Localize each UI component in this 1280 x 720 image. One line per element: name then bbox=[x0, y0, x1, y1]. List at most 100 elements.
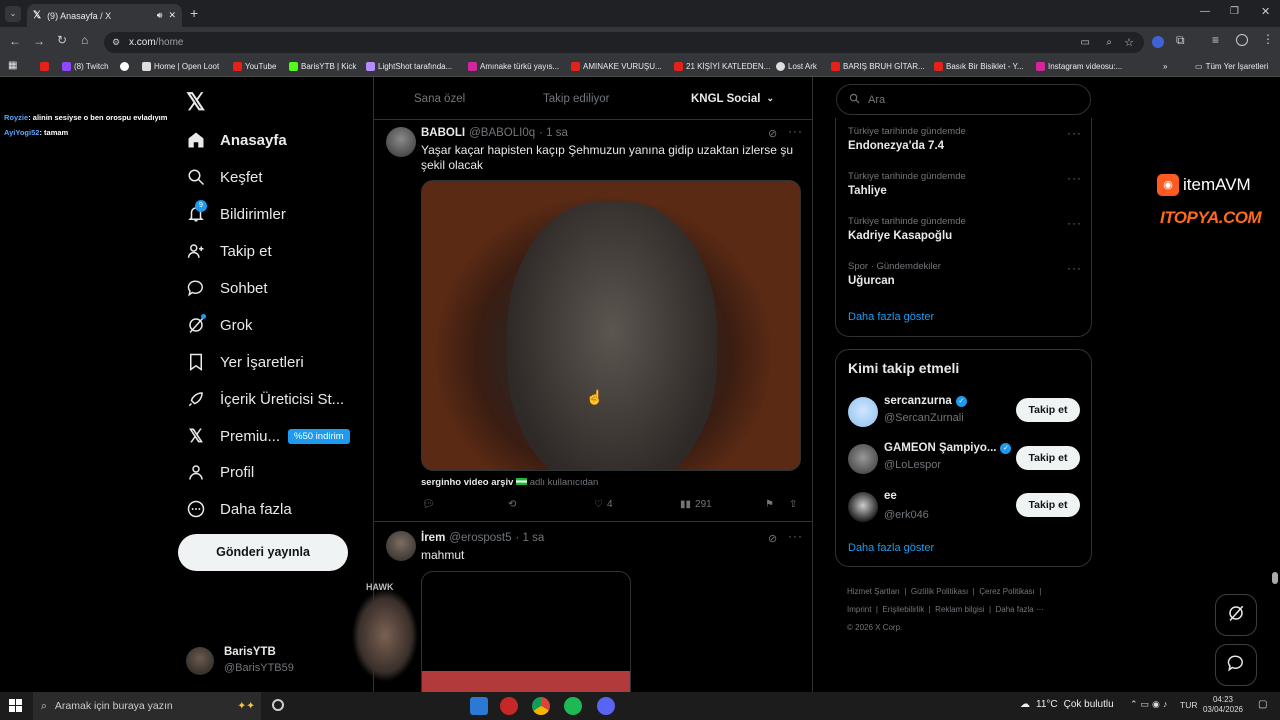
nav-explore[interactable]: Keşfet bbox=[186, 167, 263, 187]
trend-item[interactable]: Türkiye tarihinde gündemde Tahliye bbox=[848, 171, 966, 197]
bookmark-youtube[interactable]: YouTube bbox=[233, 62, 276, 71]
site-info-icon[interactable]: ⚙ bbox=[112, 37, 120, 48]
post-button[interactable]: Gönderi yayınla bbox=[178, 534, 348, 571]
clock[interactable]: 04:23 03/04/2026 bbox=[1200, 695, 1246, 715]
suggested-user[interactable]: ee @erk046 bbox=[848, 490, 1018, 524]
trend-item[interactable]: Spor · Gündemdekiler Uğurcan bbox=[848, 261, 941, 287]
nav-grok[interactable]: Grok bbox=[186, 314, 253, 335]
window-close-button[interactable]: ✕ bbox=[1261, 5, 1270, 18]
trend-more-icon[interactable]: ··· bbox=[1067, 171, 1082, 185]
messages-floating-button[interactable] bbox=[1215, 644, 1257, 686]
discord-icon[interactable] bbox=[597, 697, 615, 715]
all-bookmarks-folder[interactable]: ▭ Tüm Yer İşaretleri bbox=[1195, 62, 1268, 71]
apps-grid-icon[interactable]: ▦ bbox=[8, 60, 17, 71]
grok-tweet-icon[interactable]: ⊘ bbox=[768, 127, 777, 140]
suggested-user[interactable]: sercanzurna ✓ @SercanZurnali bbox=[848, 395, 1018, 429]
extensions-puzzle-icon[interactable]: ⧉ bbox=[1176, 33, 1185, 48]
new-tab-button[interactable]: + bbox=[190, 5, 198, 21]
bookmark-star-icon[interactable]: ☆ bbox=[1124, 36, 1134, 49]
tweet-author-handle[interactable]: @BABOLI0q bbox=[469, 127, 535, 139]
url-bar[interactable]: ⚙ x.com/home ☆ ⌕ ▭ bbox=[104, 32, 1144, 53]
cast-icon[interactable]: ▭ bbox=[1081, 37, 1090, 48]
source-name[interactable]: serginho video arşiv bbox=[421, 477, 513, 488]
bookmark-google[interactable] bbox=[120, 62, 129, 71]
nav-more[interactable]: Daha fazla bbox=[186, 499, 292, 519]
bookmark-openloot[interactable]: Home | Open Loot bbox=[142, 62, 219, 71]
browser-tab[interactable]: 𝕏 (9) Anasayfa / X 🔊︎ ✕ bbox=[27, 4, 182, 27]
menu-icon[interactable]: ⋮ bbox=[1262, 32, 1274, 46]
tab-for-you[interactable]: Sana özel bbox=[414, 93, 465, 105]
chrome-icon[interactable] bbox=[532, 697, 550, 715]
trend-item[interactable]: Türkiye tarihinde gündemde Endonezya'da 7… bbox=[848, 126, 966, 152]
reload-icon[interactable]: ↻ bbox=[57, 33, 67, 47]
nav-home[interactable]: Anasayfa bbox=[186, 130, 287, 150]
tab-kngl-social[interactable]: KNGL Social ⌄ bbox=[691, 93, 774, 105]
task-view-icon[interactable] bbox=[272, 699, 284, 711]
start-button[interactable] bbox=[9, 699, 22, 712]
views-button[interactable]: ▮▮ 291 bbox=[680, 499, 712, 510]
media-control-icon[interactable]: ≡ bbox=[1212, 33, 1219, 47]
follow-button[interactable]: Takip et bbox=[1016, 446, 1080, 470]
tweet[interactable]: BABOLI @BABOLI0q · 1 sa ⊘ ··· Yaşar kaça… bbox=[374, 120, 812, 522]
trend-more-icon[interactable]: ··· bbox=[1067, 216, 1082, 230]
tweet-time[interactable]: · 1 sa bbox=[515, 532, 544, 544]
suggested-user[interactable]: GAMEON Şampiyo... ✓ @LoLespor bbox=[848, 442, 1018, 476]
footer-link[interactable]: Hizmet Şartları bbox=[847, 587, 900, 596]
footer-link[interactable]: Imprint bbox=[847, 605, 871, 614]
tweet-more-icon[interactable]: ··· bbox=[788, 124, 803, 138]
bookmark-twitch[interactable]: (8) Twitch bbox=[62, 62, 109, 71]
home-icon[interactable]: ⌂ bbox=[81, 33, 88, 47]
tab-following[interactable]: Takip ediliyor bbox=[543, 93, 609, 105]
x-logo-icon[interactable]: 𝕏 bbox=[186, 88, 205, 117]
back-icon[interactable]: ← bbox=[9, 34, 21, 48]
bookmark-youtube-5[interactable]: Basık Bir Bisiklet - Y... bbox=[934, 62, 1024, 71]
trend-more-icon[interactable]: ··· bbox=[1067, 126, 1082, 140]
bookmark-instagram-1[interactable]: Amınake türkü yayıs... bbox=[468, 62, 559, 71]
profile-icon[interactable] bbox=[1236, 34, 1248, 46]
trend-more-icon[interactable]: ··· bbox=[1067, 261, 1082, 275]
tweet-media[interactable] bbox=[421, 571, 631, 697]
forward-icon[interactable]: → bbox=[33, 34, 45, 48]
speaker-icon[interactable]: 🔊︎ bbox=[157, 10, 163, 21]
taskbar-app-icon[interactable] bbox=[500, 697, 518, 715]
footer-link[interactable]: Reklam bilgisi bbox=[935, 605, 984, 614]
bookmark-youtube-3[interactable]: 21 KİŞİYİ KATLEDEN... bbox=[674, 62, 770, 71]
grok-floating-button[interactable] bbox=[1215, 594, 1257, 636]
nav-follow[interactable]: Takip et bbox=[186, 241, 272, 261]
spotify-icon[interactable] bbox=[564, 697, 582, 715]
grok-tweet-icon[interactable]: ⊘ bbox=[768, 532, 777, 545]
tweet-avatar[interactable] bbox=[386, 531, 416, 561]
follow-button[interactable]: Takip et bbox=[1016, 398, 1080, 422]
maximize-button[interactable]: ❐ bbox=[1230, 6, 1239, 17]
nav-bookmarks[interactable]: Yer İşaretleri bbox=[186, 352, 304, 372]
nav-profile[interactable]: Profil bbox=[186, 462, 254, 482]
bookmarks-overflow-icon[interactable]: » bbox=[1163, 62, 1167, 71]
trend-item[interactable]: Türkiye tarihinde gündemde Kadriye Kasapo… bbox=[848, 216, 966, 242]
trends-show-more-link[interactable]: Daha fazla göster bbox=[848, 311, 934, 323]
footer-link[interactable]: Daha fazla ··· bbox=[996, 605, 1044, 614]
tweet-avatar[interactable] bbox=[386, 127, 416, 157]
footer-link[interactable]: Çerez Politikası bbox=[979, 587, 1035, 596]
taskbar-search[interactable]: ⌕ Aramak için buraya yazın ✦✦ bbox=[33, 692, 261, 720]
footer-link[interactable]: Erişilebilirlik bbox=[882, 605, 924, 614]
tab-search-button[interactable]: ⌄ bbox=[5, 6, 21, 22]
footer-link[interactable]: Gizlilik Politikası bbox=[911, 587, 968, 596]
input-language[interactable]: TUR bbox=[1180, 700, 1197, 710]
weather-widget[interactable]: ☁ 11°C Çok bulutlu bbox=[1020, 699, 1114, 710]
search-box[interactable]: Ara bbox=[836, 84, 1091, 115]
like-button[interactable]: ♡ 4 bbox=[594, 499, 613, 510]
follow-button[interactable]: Takip et bbox=[1016, 493, 1080, 517]
bookmark-kick[interactable]: BarisYTB | Kick bbox=[289, 62, 356, 71]
tweet-author-name[interactable]: BABOLI bbox=[421, 127, 465, 139]
share-button[interactable]: ⇧ bbox=[789, 499, 797, 510]
tweet-author-handle[interactable]: @erospost5 bbox=[449, 532, 511, 544]
tweet-time[interactable]: · 1 sa bbox=[539, 127, 568, 139]
tab-close-icon[interactable]: ✕ bbox=[168, 10, 176, 21]
zoom-icon[interactable]: ⌕ bbox=[1106, 37, 1112, 48]
bookmark-button[interactable]: ⚑ bbox=[765, 499, 774, 510]
nav-chat[interactable]: Sohbet bbox=[186, 278, 268, 298]
tweet-more-icon[interactable]: ··· bbox=[788, 529, 803, 543]
tweet-video[interactable]: ☝ bbox=[421, 180, 801, 471]
retweet-button[interactable]: ⟲ bbox=[508, 499, 516, 510]
who-to-follow-show-more-link[interactable]: Daha fazla göster bbox=[848, 542, 934, 554]
